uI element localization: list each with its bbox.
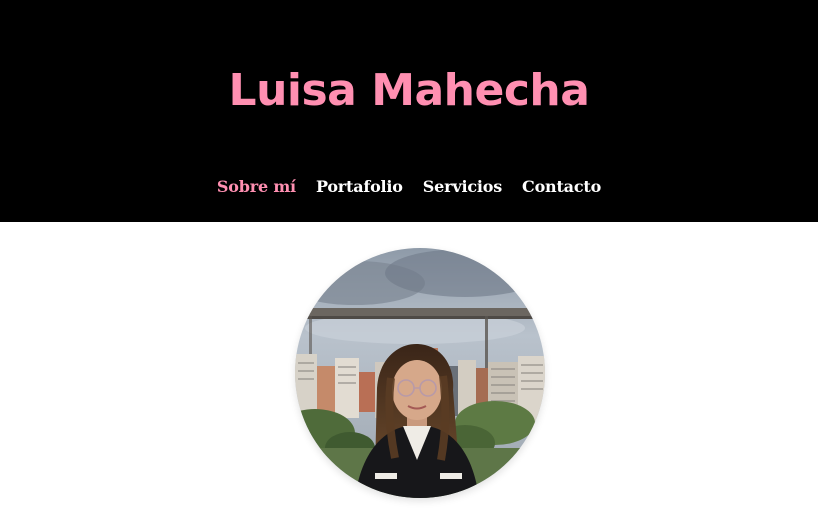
nav-item-contacto[interactable]: Contacto	[522, 172, 601, 202]
site-header: Luisa Mahecha Sobre mí Portafolio Servic…	[0, 0, 818, 222]
site-title[interactable]: Luisa Mahecha	[0, 58, 818, 124]
main-nav: Sobre mí Portafolio Servicios Contacto	[0, 172, 818, 202]
nav-item-sobre-mi[interactable]: Sobre mí	[217, 172, 296, 202]
nav-item-portafolio[interactable]: Portafolio	[316, 172, 403, 202]
nav-item-servicios[interactable]: Servicios	[423, 172, 502, 202]
profile-photo	[295, 248, 545, 498]
